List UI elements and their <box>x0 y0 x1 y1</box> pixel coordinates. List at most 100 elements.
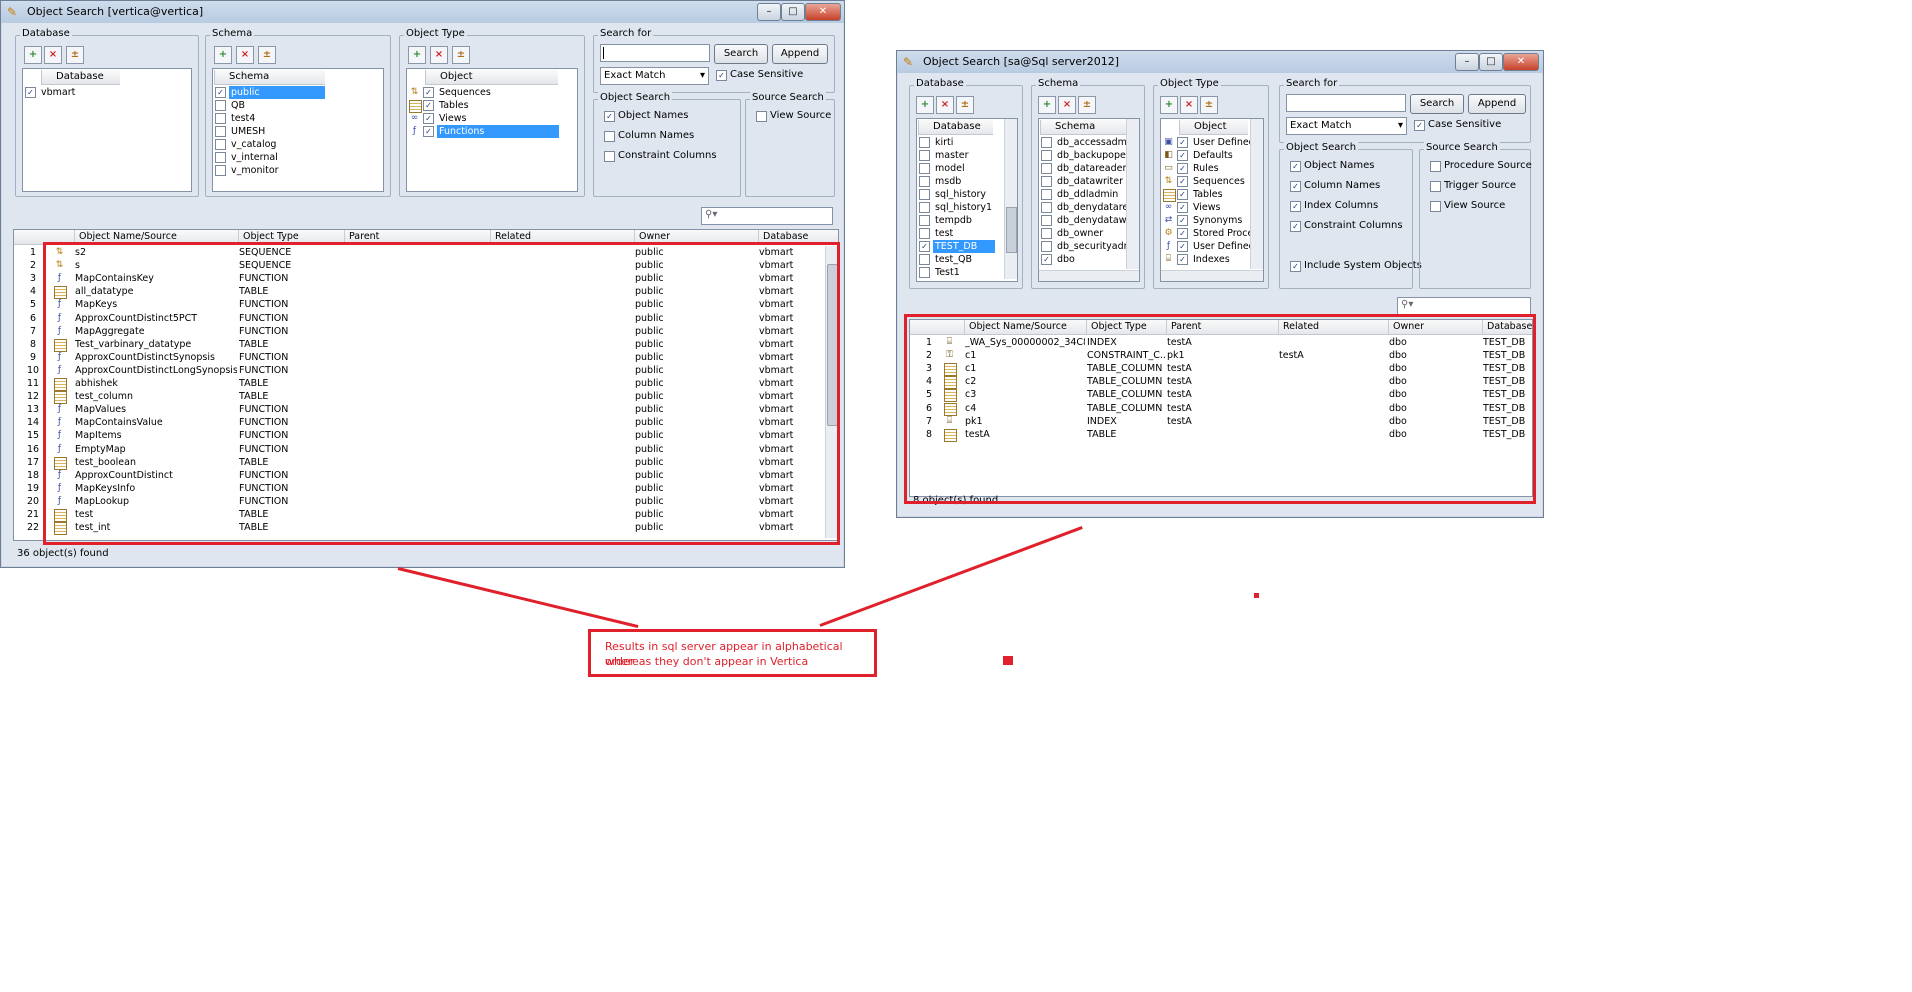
list-item[interactable]: ✓ TEST_DB <box>917 240 1005 253</box>
results-filter-input[interactable]: ⚲▾ <box>701 207 833 225</box>
match-mode-select[interactable]: Exact Match ▾ <box>1286 117 1407 135</box>
list-item[interactable]: msdb <box>917 175 1005 188</box>
list-item[interactable]: db_datareader <box>1039 162 1127 175</box>
list-item[interactable]: model <box>917 162 1005 175</box>
list-item[interactable]: QB <box>213 99 363 112</box>
append-button[interactable]: Append <box>772 44 828 64</box>
checkbox-mark[interactable] <box>919 215 930 226</box>
checkbox-mark[interactable]: ✓ <box>1177 241 1188 252</box>
list-item[interactable]: db_accessadmin <box>1039 136 1136 149</box>
option-checkbox[interactable]: ✓ Column Names <box>1290 180 1380 192</box>
option-checkbox[interactable]: ✓ Object Names <box>1290 160 1374 172</box>
checkbox-mark[interactable] <box>919 267 930 278</box>
option-checkbox[interactable]: Column Names <box>604 130 694 142</box>
option-checkbox[interactable]: ✓ Object Names <box>604 110 688 122</box>
list-item[interactable]: test <box>917 227 1005 240</box>
checkbox-mark[interactable] <box>919 228 930 239</box>
select-all-icon[interactable]: + <box>214 46 232 64</box>
checkbox-mark[interactable]: ✓ <box>1177 176 1188 187</box>
option-checkbox[interactable]: Constraint Columns <box>604 150 717 162</box>
checkbox-mark[interactable]: ✓ <box>1177 215 1188 226</box>
checkbox-mark[interactable] <box>215 139 226 150</box>
list-item[interactable]: kirti <box>917 136 1005 149</box>
checkbox-mark[interactable] <box>215 100 226 111</box>
right-object-type-list[interactable]: Object ▣ ✓ User Defined ◧ ✓ Defaults ▭ ✓ Rules ⇅ ✓… <box>1160 118 1264 282</box>
checkbox-mark[interactable]: ✓ <box>25 87 36 98</box>
list-item[interactable]: db_ddladmin <box>1039 188 1127 201</box>
invert-selection-icon[interactable]: ± <box>956 96 974 114</box>
checkbox-mark[interactable] <box>1041 176 1052 187</box>
deselect-all-icon[interactable]: × <box>1180 96 1198 114</box>
list-item[interactable]: test4 <box>213 112 363 125</box>
checkbox-mark[interactable] <box>919 202 930 213</box>
option-checkbox[interactable]: ✓ Constraint Columns <box>1290 220 1403 232</box>
left-database-list[interactable]: Database ✓ vbmart <box>22 68 192 192</box>
list-item[interactable]: ⇅ ✓ Sequences <box>407 86 577 99</box>
list-item[interactable]: Test1 <box>917 266 1005 279</box>
checkbox-mark[interactable] <box>1041 228 1052 239</box>
list-item[interactable]: db_securityadmin <box>1039 240 1139 253</box>
database-list-scrollbar[interactable] <box>1004 119 1017 279</box>
checkbox-mark[interactable] <box>215 113 226 124</box>
checkbox-mark[interactable]: ✓ <box>1177 150 1188 161</box>
left-object-type-list[interactable]: Object ⇅ ✓ Sequences ✓ Tables ∞ ✓ Views ƒ ✓ Functi… <box>406 68 578 192</box>
checkbox-mark[interactable] <box>919 254 930 265</box>
search-button[interactable]: Search <box>714 44 768 64</box>
checkbox-mark[interactable] <box>1041 215 1052 226</box>
invert-selection-icon[interactable]: ± <box>66 46 84 64</box>
checkbox-mark[interactable]: ✓ <box>423 87 434 98</box>
list-item[interactable]: v_monitor <box>213 164 363 177</box>
close-button[interactable]: ✕ <box>805 3 841 21</box>
list-item[interactable]: UMESH <box>213 125 363 138</box>
checkbox-mark[interactable] <box>1041 150 1052 161</box>
checkbox-mark[interactable] <box>1041 241 1052 252</box>
deselect-all-icon[interactable]: × <box>1058 96 1076 114</box>
list-item[interactable]: ƒ ✓ Functions <box>407 125 577 138</box>
minimize-button[interactable]: – <box>757 3 781 21</box>
checkbox-mark[interactable]: ✓ <box>1177 163 1188 174</box>
right-schema-list[interactable]: Schema db_accessadmin db_backupoperat db_d… <box>1038 118 1140 282</box>
select-all-icon[interactable]: + <box>1160 96 1178 114</box>
select-all-icon[interactable]: + <box>916 96 934 114</box>
checkbox-mark[interactable] <box>215 165 226 176</box>
checkbox-mark[interactable]: ✓ <box>1177 254 1188 265</box>
deselect-all-icon[interactable]: × <box>44 46 62 64</box>
checkbox-mark[interactable]: ✓ <box>215 87 226 98</box>
checkbox-mark[interactable]: ✓ <box>919 241 930 252</box>
search-input[interactable] <box>1286 94 1406 112</box>
schema-list-scrollbar[interactable] <box>1126 119 1139 269</box>
list-item[interactable]: ƒ ✓ User Defined <box>1161 240 1255 253</box>
checkbox-mark[interactable] <box>1041 189 1052 200</box>
list-item[interactable]: ✓ Tables <box>407 99 577 113</box>
checkbox-mark[interactable] <box>919 176 930 187</box>
list-item[interactable]: ✓ dbo <box>1039 253 1127 266</box>
list-item[interactable]: ◧ ✓ Defaults <box>1161 149 1251 162</box>
maximize-button[interactable]: □ <box>1479 53 1503 71</box>
list-item[interactable]: db_datawriter <box>1039 175 1127 188</box>
option-checkbox[interactable]: View Source <box>756 110 831 122</box>
right-database-list[interactable]: Database kirti master model msdb sql_history… <box>916 118 1018 282</box>
checkbox-mark[interactable] <box>919 189 930 200</box>
list-item[interactable]: ⚙ ✓ Stored Proced <box>1161 227 1259 240</box>
object-type-list-hscrollbar[interactable] <box>1161 270 1263 281</box>
left-schema-list[interactable]: Schema ✓ public QB test4 UMESH v_catalog v_int… <box>212 68 384 192</box>
search-button[interactable]: Search <box>1410 94 1464 114</box>
option-checkbox[interactable]: ✓ Include System Objects <box>1290 260 1422 272</box>
object-type-list-scrollbar[interactable] <box>1250 119 1263 269</box>
list-item[interactable]: ∞ ✓ Views <box>1161 201 1251 214</box>
append-button[interactable]: Append <box>1468 94 1526 114</box>
list-item[interactable]: ⌸ ✓ Indexes <box>1161 253 1251 266</box>
option-checkbox[interactable]: View Source <box>1430 200 1505 212</box>
option-checkbox[interactable]: Trigger Source <box>1430 180 1516 192</box>
checkbox-mark[interactable]: ✓ <box>1177 189 1188 200</box>
option-checkbox[interactable]: ✓ Index Columns <box>1290 200 1378 212</box>
invert-selection-icon[interactable]: ± <box>1200 96 1218 114</box>
checkbox-mark[interactable]: ✓ <box>1041 254 1052 265</box>
list-item[interactable]: ▭ ✓ Rules <box>1161 162 1251 175</box>
select-all-icon[interactable]: + <box>408 46 426 64</box>
case-sensitive-checkbox[interactable]: ✓ Case Sensitive <box>716 69 803 81</box>
match-mode-select[interactable]: Exact Match ▾ <box>600 67 709 85</box>
checkbox-mark[interactable] <box>1041 202 1052 213</box>
list-item[interactable]: ✓ vbmart <box>23 86 173 99</box>
schema-list-hscrollbar[interactable] <box>1039 270 1139 281</box>
